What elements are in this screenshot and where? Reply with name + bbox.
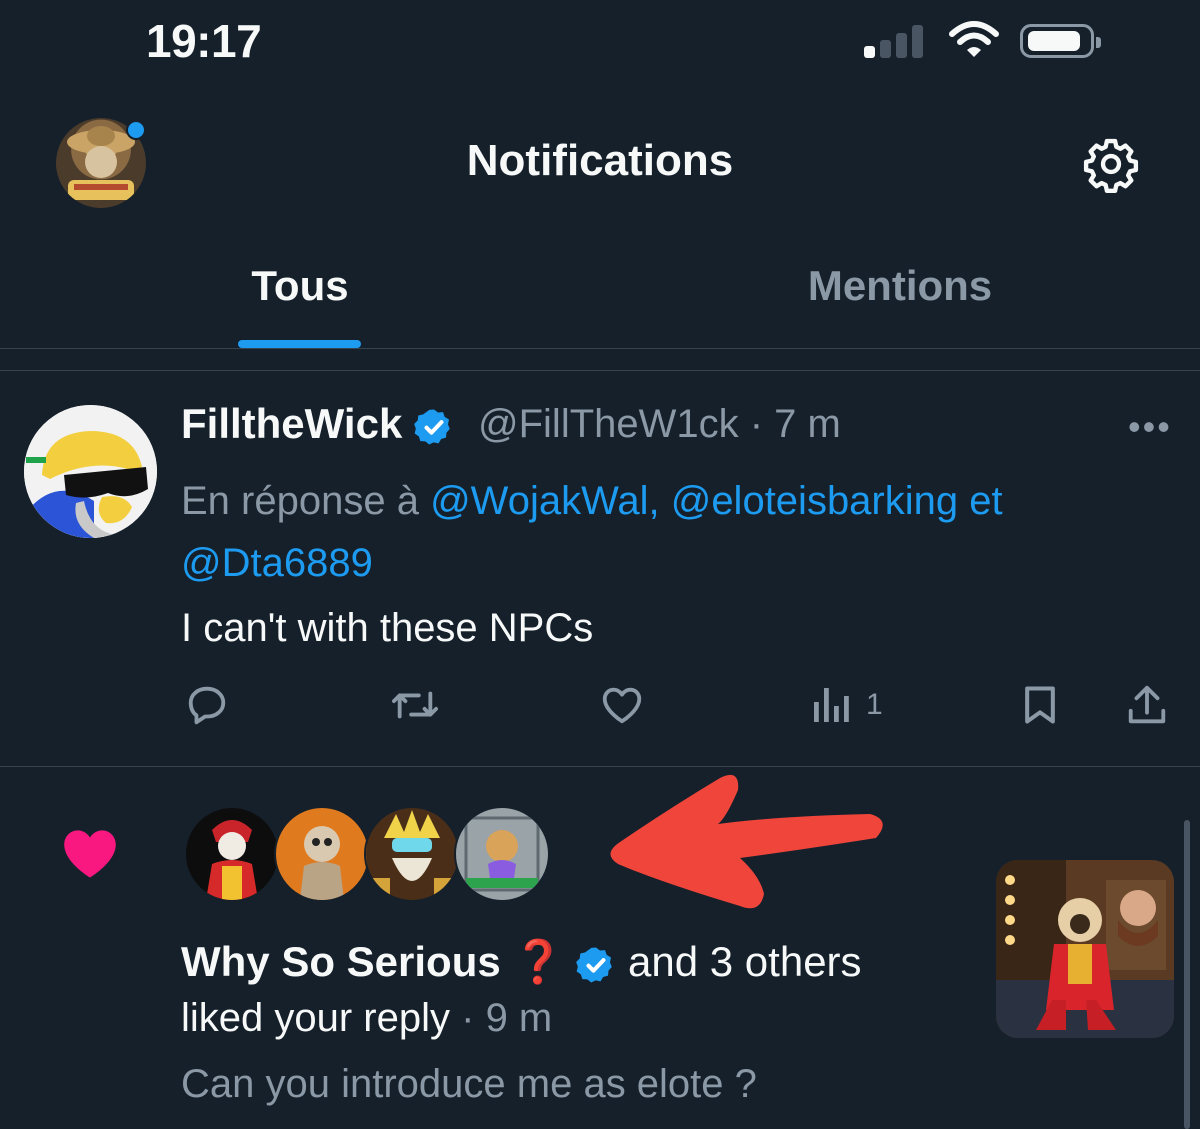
verified-badge-icon [414,409,450,445]
name-emoji: ❓ [512,938,565,985]
verified-badge-icon [576,947,613,983]
notification-actors: Why So Serious ❓ and 3 others [181,938,862,987]
reply-mentions-link[interactable]: @WojakWal, @eloteisbarking et [430,479,1003,523]
liker-avatar[interactable] [364,806,460,902]
reply-context: En réponse à @WojakWal, @eloteisbarking … [181,470,1161,594]
battery-icon [1020,24,1101,58]
heart-icon [64,830,116,878]
tab-all[interactable]: Tous [0,262,600,310]
share-button-icon[interactable] [1124,682,1170,728]
liker-avatar[interactable] [274,806,370,902]
views-count: 1 [866,688,883,721]
cellular-signal-icon [864,24,923,58]
tweet-text: I can't with these NPCs [181,606,594,650]
liker-avatar[interactable] [454,806,550,902]
bookmark-button-icon[interactable] [1018,682,1062,728]
liker-avatar[interactable] [184,806,280,902]
more-options-button[interactable]: ••• [1128,406,1172,448]
tweet-author-name[interactable]: FilltheWick [181,400,454,448]
notification-time: · 9 m [450,996,553,1040]
views-chart-icon [814,688,849,722]
media-thumbnail[interactable] [996,860,1174,1038]
reply-mention-link[interactable]: @Dta6889 [181,541,373,585]
views-button[interactable] [812,684,852,729]
others-count: and 3 others [628,938,862,985]
like-button-icon[interactable] [598,682,646,728]
tweet-author-avatar[interactable] [24,405,157,538]
reply-button-icon[interactable] [184,682,230,728]
tabs-divider [0,348,1200,349]
scrollbar[interactable] [1184,820,1190,1129]
retweet-button-icon[interactable] [390,682,440,728]
page-title: Notifications [466,136,734,185]
liked-reply-text[interactable]: Can you introduce me as elote ? [181,1062,757,1107]
actor-name[interactable]: Why So Serious [181,938,501,985]
tab-mentions[interactable]: Mentions [600,262,1200,310]
tweet-handle-time: @FillTheW1ck · 7 m [478,402,841,446]
feed-top-divider [0,370,1200,371]
status-time: 19:17 [146,15,262,67]
wifi-icon [949,21,999,57]
reply-prefix: En réponse à [181,479,431,523]
notification-action: liked your reply · 9 m [181,996,553,1040]
active-tab-indicator [238,340,361,348]
red-arrow-annotation [610,774,883,909]
settings-gear-icon[interactable] [1082,135,1140,193]
